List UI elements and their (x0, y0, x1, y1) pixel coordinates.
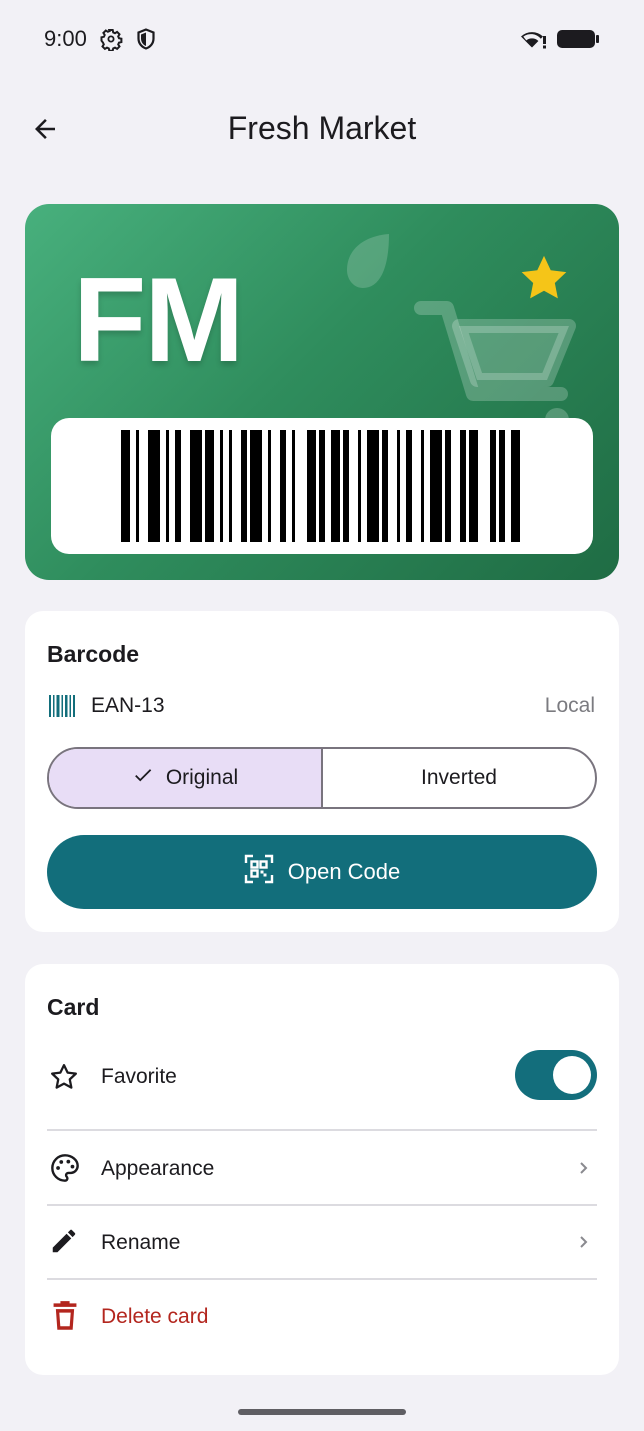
barcode-bar (397, 430, 400, 542)
shield-icon (134, 27, 158, 56)
check-icon (132, 764, 154, 792)
barcode-bar (343, 430, 349, 542)
barcode-bar (229, 430, 232, 542)
leaf-icon (343, 232, 393, 299)
toggle-knob (553, 1056, 591, 1094)
segment-inverted[interactable]: Inverted (323, 749, 595, 807)
barcode-source: Local (544, 694, 595, 717)
appearance-label: Appearance (101, 1157, 215, 1180)
loyalty-card-preview[interactable]: FM (25, 204, 619, 580)
appearance-row[interactable]: Appearance (25, 1136, 619, 1200)
barcode-bar (511, 430, 520, 542)
barcode-bar (241, 430, 247, 542)
barcode-bar (250, 430, 262, 542)
barcode-bar (490, 430, 496, 542)
rename-row[interactable]: Rename (25, 1210, 619, 1274)
segment-original-label: Original (165, 766, 239, 789)
barcode-bar (175, 430, 181, 542)
delete-card-row[interactable]: Delete card (25, 1284, 619, 1348)
barcode-format: EAN-13 (91, 694, 165, 717)
barcode-bar (166, 430, 169, 542)
palette-icon (49, 1152, 81, 1189)
star-outline-icon (49, 1062, 79, 1097)
barcode-section: Barcode EAN-13 Local Original Inverted O… (25, 611, 619, 932)
barcode-bar (367, 430, 379, 542)
section-title-card: Card (47, 994, 100, 1020)
page-title: Fresh Market (227, 110, 417, 146)
segment-inverted-label: Inverted (421, 766, 497, 789)
chevron-right-icon (577, 1232, 591, 1257)
barcode-bar (190, 430, 202, 542)
barcode-bar (205, 430, 214, 542)
favorite-toggle[interactable] (515, 1050, 597, 1100)
barcode-icon (49, 695, 77, 722)
delete-card-label: Delete card (101, 1305, 209, 1328)
open-code-label: Open Code (287, 859, 401, 884)
barcode-preview (51, 418, 593, 554)
divider (47, 1278, 597, 1280)
barcode-bar (469, 430, 478, 542)
wifi-alert-icon (520, 28, 548, 55)
barcode-bar (319, 430, 325, 542)
barcode-bar (121, 430, 130, 542)
barcode-bar (382, 430, 388, 542)
barcode-bar (421, 430, 424, 542)
rename-label: Rename (101, 1231, 181, 1254)
barcode-bar (445, 430, 451, 542)
barcode-bar (307, 430, 316, 542)
app-bar: Fresh Market (0, 90, 644, 170)
card-initials: FM (73, 253, 244, 387)
barcode-bar (358, 430, 361, 542)
trash-icon (51, 1300, 79, 1337)
pencil-icon (49, 1226, 79, 1261)
barcode-bar (292, 430, 295, 542)
cart-icon (413, 290, 581, 435)
qr-scan-icon (244, 854, 274, 890)
barcode-bar (280, 430, 286, 542)
chevron-right-icon (577, 1158, 591, 1183)
barcode-graphic (121, 430, 520, 542)
barcode-bar (430, 430, 442, 542)
barcode-bar (406, 430, 412, 542)
barcode-bar (499, 430, 505, 542)
barcode-bar (220, 430, 223, 542)
barcode-bar (268, 430, 271, 542)
card-section: Card Favorite Appearance Rename Delete c… (25, 964, 619, 1375)
star-icon (517, 252, 571, 309)
barcode-bar (331, 430, 340, 542)
home-indicator (238, 1409, 406, 1415)
status-time: 9:00 (44, 26, 87, 51)
barcode-bar (136, 430, 139, 542)
section-title-barcode: Barcode (47, 641, 140, 667)
divider (47, 1129, 597, 1131)
segment-original[interactable]: Original (49, 749, 323, 807)
favorite-label: Favorite (101, 1065, 177, 1088)
battery-icon (556, 29, 600, 54)
gear-icon (99, 27, 123, 56)
open-code-button[interactable]: Open Code (47, 835, 597, 909)
status-bar: 9:00 (0, 0, 644, 80)
divider (47, 1204, 597, 1206)
barcode-style-toggle: Original Inverted (47, 747, 597, 809)
barcode-bar (460, 430, 466, 542)
barcode-bar (148, 430, 160, 542)
